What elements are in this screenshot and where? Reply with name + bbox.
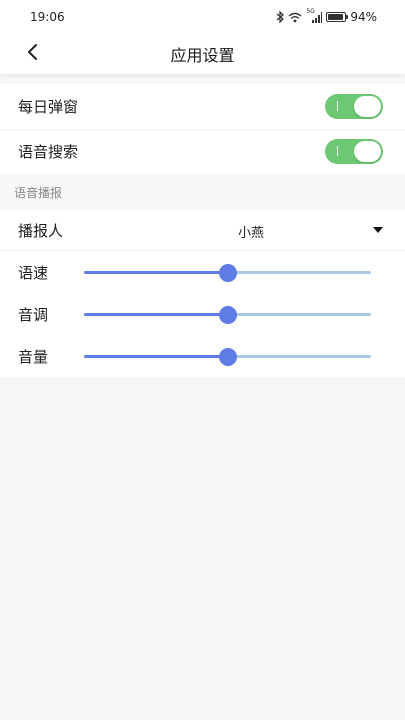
switch-knob [354,96,381,117]
switch-on-mark [337,101,338,111]
switch-knob [354,141,381,162]
slider-thumb[interactable] [218,306,237,324]
slider-thumb[interactable] [218,264,237,282]
slider-label: 音调 [18,306,49,324]
slider-row-pitch: 音调 [0,293,405,335]
battery-percentage: 94% [350,10,377,24]
daily-popup-toggle[interactable] [325,94,383,119]
switch-on-mark [337,146,338,156]
speed-slider[interactable] [84,264,371,282]
bluetooth-icon [276,11,285,23]
slider-label: 音量 [18,348,49,366]
slider-fill [84,313,228,316]
setting-row-daily-popup: 每日弹窗 [0,84,405,129]
pitch-slider[interactable] [84,306,371,324]
slider-fill [84,355,228,358]
battery-icon [326,12,349,22]
setting-row-voice-search: 语音搜索 [0,129,405,174]
slider-label: 语速 [18,264,49,282]
speaker-row[interactable]: 播报人 小燕 [0,210,405,251]
page-title: 应用设置 [170,46,235,65]
wifi-icon [288,12,302,23]
voice-search-toggle[interactable] [325,139,383,164]
app-header: 应用设置 [0,34,405,74]
status-icons: 5G 94% [276,7,377,25]
volume-slider[interactable] [84,348,371,366]
toggle-settings: 每日弹窗 语音搜索 [0,84,405,174]
slider-row-volume: 音量 [0,335,405,377]
voice-broadcast-settings: 播报人 小燕 语速 音调 音量 [0,210,405,377]
dropdown-caret-icon[interactable] [373,227,383,233]
section-header-voice-broadcast: 语音播报 [14,186,63,200]
speaker-label: 播报人 [18,221,64,240]
status-bar: 19:06 5G 94% [0,0,405,34]
cellular-signal-icon: 5G [306,7,323,23]
slider-row-speed: 语速 [0,251,405,293]
slider-fill [84,271,228,274]
status-time: 19:06 [30,10,65,24]
speaker-value: 小燕 [238,226,265,241]
network-type-label: 5G [306,7,315,15]
slider-thumb[interactable] [218,348,237,366]
